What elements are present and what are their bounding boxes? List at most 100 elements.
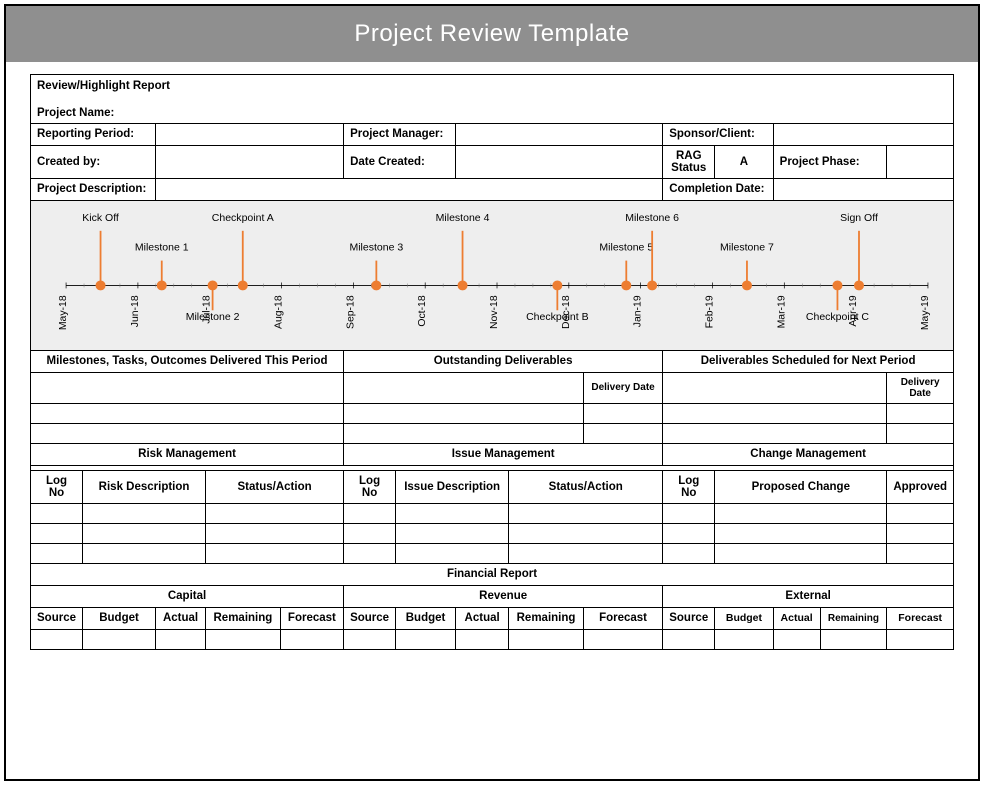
svg-text:Aug-18: Aug-18 [274,295,285,329]
deliv-out-cell[interactable] [344,372,584,403]
fin-col: Actual [156,607,206,629]
fin-col: Remaining [206,607,281,629]
table-row[interactable] [583,403,662,423]
table-row[interactable] [83,503,206,523]
svg-text:Milestone 1: Milestone 1 [135,242,189,253]
financial-report-header: Financial Report [31,563,954,585]
table-row[interactable] [344,629,396,649]
svg-text:Oct-18: Oct-18 [417,295,428,326]
table-row[interactable] [31,503,83,523]
table-row[interactable] [31,543,83,563]
table-row[interactable] [663,423,887,443]
table-row[interactable] [83,543,206,563]
svg-text:Feb-19: Feb-19 [704,295,715,328]
project-manager-value[interactable] [456,123,663,145]
completion-date-value[interactable] [773,178,953,200]
outstanding-delivery-date-label: Delivery Date [583,372,662,403]
table-row[interactable] [344,543,396,563]
table-row[interactable] [83,523,206,543]
change-proposed-col: Proposed Change [715,470,887,503]
project-phase-label: Project Phase: [773,145,887,178]
table-row[interactable] [715,503,887,523]
table-row[interactable] [663,523,715,543]
deliv-done-cell[interactable] [31,372,344,403]
table-row[interactable] [887,629,954,649]
fin-col: Forecast [280,607,343,629]
table-row[interactable] [887,543,954,563]
table-row[interactable] [663,629,715,649]
project-description-value[interactable] [156,178,663,200]
table-row[interactable] [396,629,456,649]
table-row[interactable] [887,423,954,443]
table-row[interactable] [663,403,887,423]
table-row[interactable] [715,543,887,563]
capital-header: Capital [31,585,344,607]
deliv-next-cell[interactable] [663,372,887,403]
table-row[interactable] [396,543,509,563]
table-row[interactable] [773,629,820,649]
table-row[interactable] [344,403,584,423]
table-row[interactable] [31,523,83,543]
table-row[interactable] [396,523,509,543]
svg-text:May-19: May-19 [920,295,931,330]
table-row[interactable] [887,503,954,523]
table-row[interactable] [887,403,954,423]
fin-col: Budget [83,607,156,629]
table-row[interactable] [206,543,344,563]
svg-text:Checkpoint B: Checkpoint B [526,312,589,323]
sponsor-value[interactable] [773,123,953,145]
svg-text:Mar-19: Mar-19 [776,295,787,328]
table-row[interactable] [156,629,206,649]
date-created-value[interactable] [456,145,663,178]
svg-text:Milestone 6: Milestone 6 [625,212,679,223]
svg-text:Milestone 4: Milestone 4 [436,212,490,223]
table-row[interactable] [715,523,887,543]
created-by-value[interactable] [156,145,344,178]
svg-text:Jan-19: Jan-19 [633,295,644,327]
fin-col: Remaining [509,607,584,629]
table-row[interactable] [663,503,715,523]
page-title: Project Review Template [6,6,978,62]
table-row[interactable] [344,503,396,523]
timeline-chart: May-18Jun-18Jul-18Aug-18Sep-18Oct-18Nov-… [31,200,954,350]
fin-col: Actual [773,607,820,629]
table-row[interactable] [31,403,344,423]
issue-management-header: Issue Management [344,443,663,465]
table-row[interactable] [280,629,343,649]
change-management-header: Change Management [663,443,954,465]
date-created-label: Date Created: [344,145,456,178]
table-row[interactable] [509,523,663,543]
svg-text:Nov-18: Nov-18 [489,295,500,329]
table-row[interactable] [583,423,662,443]
table-row[interactable] [509,543,663,563]
table-row[interactable] [31,629,83,649]
table-row[interactable] [509,629,584,649]
deliverables-done-header: Milestones, Tasks, Outcomes Delivered Th… [31,350,344,372]
table-row[interactable] [396,503,509,523]
table-row[interactable] [344,423,584,443]
reporting-period-value[interactable] [156,123,344,145]
risk-status-col: Status/Action [206,470,344,503]
svg-text:Milestone 5: Milestone 5 [599,242,653,253]
table-row[interactable] [344,523,396,543]
table-row[interactable] [583,629,662,649]
table-row[interactable] [663,543,715,563]
table-row[interactable] [83,629,156,649]
table-row[interactable] [456,629,509,649]
change-approved-col: Approved [887,470,954,503]
fin-col: Source [31,607,83,629]
table-row[interactable] [887,523,954,543]
svg-text:Jun-18: Jun-18 [130,295,141,327]
table-row[interactable] [206,523,344,543]
completion-date-label: Completion Date: [663,178,773,200]
table-row[interactable] [31,423,344,443]
fin-col: Budget [715,607,773,629]
issue-logno-col: Log No [344,470,396,503]
table-row[interactable] [820,629,887,649]
table-row[interactable] [509,503,663,523]
table-row[interactable] [206,503,344,523]
table-row[interactable] [715,629,773,649]
project-phase-value[interactable] [887,145,954,178]
table-row[interactable] [206,629,281,649]
rag-status-value[interactable]: A [715,145,773,178]
